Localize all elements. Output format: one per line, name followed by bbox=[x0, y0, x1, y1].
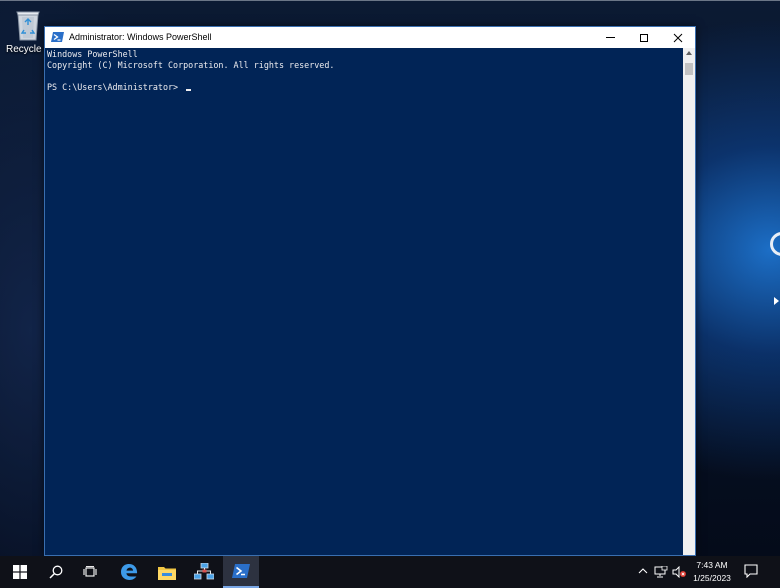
network-status-icon[interactable] bbox=[654, 566, 668, 578]
powershell-window[interactable]: Administrator: Windows PowerShell Window… bbox=[44, 26, 696, 556]
minimize-icon bbox=[605, 37, 615, 38]
network-icon bbox=[194, 563, 214, 580]
scroll-up-arrow-icon[interactable] bbox=[686, 51, 692, 55]
taskbar: 7:43 AM 1/25/2023 bbox=[0, 556, 780, 588]
desktop-edge-ring bbox=[770, 232, 780, 256]
clock-time: 7:43 AM bbox=[696, 560, 728, 570]
vertical-scrollbar[interactable] bbox=[683, 48, 695, 555]
chevron-up-icon[interactable] bbox=[638, 566, 648, 576]
maximize-button[interactable] bbox=[627, 27, 661, 48]
network-app-button[interactable] bbox=[186, 556, 222, 588]
system-tray: 7:43 AM 1/25/2023 bbox=[632, 556, 780, 588]
window-title: Administrator: Windows PowerShell bbox=[69, 32, 212, 42]
title-bar[interactable]: Administrator: Windows PowerShell bbox=[45, 27, 695, 48]
maximize-icon bbox=[640, 33, 648, 42]
task-view-icon bbox=[83, 566, 97, 577]
edge-browser-button[interactable] bbox=[111, 556, 147, 588]
console-line: Copyright (C) Microsoft Corporation. All… bbox=[47, 60, 335, 70]
recycle-bin-icon bbox=[16, 11, 40, 41]
close-button[interactable] bbox=[661, 27, 695, 48]
console-prompt-line[interactable]: PS C:\Users\Administrator> bbox=[47, 82, 192, 93]
start-button[interactable] bbox=[2, 556, 38, 588]
start-icon bbox=[13, 565, 27, 579]
console-output[interactable]: Windows PowerShell Copyright (C) Microso… bbox=[45, 48, 683, 555]
volume-muted-icon[interactable] bbox=[672, 566, 686, 578]
clock[interactable]: 7:43 AM 1/25/2023 bbox=[690, 559, 734, 585]
minimize-button[interactable] bbox=[593, 27, 627, 48]
console-line: Windows PowerShell bbox=[47, 49, 138, 59]
file-explorer-icon bbox=[158, 566, 176, 580]
edge-browser-icon bbox=[121, 564, 138, 580]
search-button[interactable] bbox=[38, 556, 74, 588]
console-prompt: PS C:\Users\Administrator> bbox=[47, 82, 184, 92]
desktop-edge-arrow-icon bbox=[774, 297, 779, 305]
powershell-taskbar-button[interactable] bbox=[223, 556, 259, 588]
text-cursor bbox=[186, 89, 192, 91]
powershell-icon bbox=[232, 564, 250, 578]
file-explorer-button[interactable] bbox=[149, 556, 185, 588]
clock-date: 1/25/2023 bbox=[693, 573, 731, 583]
desktop: Recycle Bin Administrator: Windows Power… bbox=[0, 0, 780, 588]
action-center-icon[interactable] bbox=[744, 564, 758, 578]
close-icon bbox=[673, 33, 683, 42]
scroll-thumb[interactable] bbox=[685, 63, 693, 75]
powershell-title-icon bbox=[51, 32, 64, 42]
search-icon bbox=[49, 565, 63, 579]
task-view-button[interactable] bbox=[72, 556, 108, 588]
top-border bbox=[0, 0, 780, 1]
